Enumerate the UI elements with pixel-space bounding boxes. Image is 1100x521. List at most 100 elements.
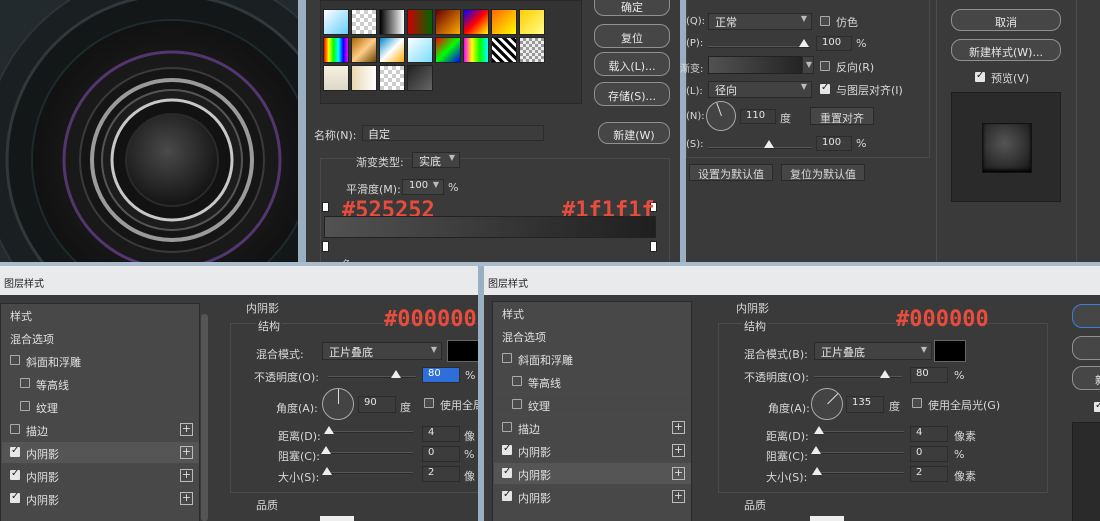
distance-input[interactable]: 4	[910, 426, 948, 442]
sidebar-item-styles[interactable]: 样式	[494, 302, 691, 324]
sidebar-checkbox[interactable]	[502, 353, 512, 363]
new-button[interactable]: 新建(W)	[598, 122, 670, 144]
cancel-button-cut[interactable]	[1072, 336, 1100, 360]
preset-swatch[interactable]	[491, 9, 517, 35]
style-select[interactable]: 径向 ▼	[708, 81, 812, 98]
load-button[interactable]: 载入(L)...	[594, 52, 670, 76]
opacity-input[interactable]: 80	[910, 367, 948, 383]
ok-button[interactable]: 确定	[594, 0, 670, 16]
shadow-color-swatch[interactable]	[934, 340, 966, 362]
preset-swatch[interactable]	[519, 9, 545, 35]
opacity-stop-left[interactable]	[322, 202, 329, 212]
sidebar-checkbox[interactable]	[20, 378, 30, 388]
sidebar-checkbox[interactable]	[502, 489, 512, 501]
sidebar-item-bevel-emboss[interactable]: 斜面和浮雕	[494, 348, 691, 370]
sidebar-item-inner-shadow[interactable]: 内阴影 +	[494, 463, 691, 485]
choke-slider-thumb[interactable]	[811, 446, 821, 454]
smoothness-select[interactable]: 100 ▼	[402, 179, 444, 195]
preview-checkbox-cut[interactable]	[1094, 400, 1100, 412]
sidebar-item-texture[interactable]: 纹理	[2, 396, 199, 418]
gradient-picker-dropdown[interactable]: ▼	[802, 56, 814, 74]
ok-button-cut[interactable]	[1072, 304, 1100, 328]
sidebar-item-blending-options[interactable]: 混合选项	[494, 325, 691, 347]
angle-dial[interactable]	[322, 388, 354, 420]
add-icon[interactable]: +	[672, 421, 685, 434]
sidebar-checkbox[interactable]	[10, 424, 20, 434]
sidebar-item-contour[interactable]: 等高线	[494, 371, 691, 393]
preset-swatch[interactable]	[379, 65, 405, 91]
gradient-type-select[interactable]: 实底 ▼	[412, 152, 460, 168]
size-slider-thumb[interactable]	[812, 467, 822, 475]
sidebar-checkbox[interactable]	[502, 422, 512, 432]
blend-mode-select[interactable]: 正片叠底 ▼	[322, 342, 442, 360]
angle-input[interactable]: 110	[740, 109, 776, 124]
size-slider[interactable]	[325, 472, 413, 474]
preset-swatch[interactable]	[379, 9, 405, 35]
preset-swatch[interactable]	[351, 37, 377, 63]
sidebar-checkbox[interactable]	[20, 401, 30, 411]
preset-swatch[interactable]	[323, 9, 349, 35]
add-icon[interactable]: +	[180, 492, 193, 505]
preset-swatch[interactable]	[323, 65, 349, 91]
size-slider-thumb[interactable]	[322, 467, 332, 475]
angle-dial[interactable]	[811, 388, 843, 420]
sidebar-item-blending-options[interactable]: 混合选项	[2, 327, 199, 349]
align-layer-checkbox[interactable]	[820, 82, 830, 94]
sidebar-checkbox[interactable]	[502, 443, 512, 455]
sidebar-item-texture[interactable]: 纹理	[494, 394, 691, 416]
gradient-picker[interactable]	[708, 56, 812, 74]
preset-swatch[interactable]	[435, 9, 461, 35]
choke-input[interactable]: 0	[910, 446, 948, 462]
preset-swatch[interactable]	[463, 37, 489, 63]
sidebar-item-bevel-emboss[interactable]: 斜面和浮雕	[2, 350, 199, 372]
reset-align-button[interactable]: 重置对齐	[810, 107, 874, 125]
choke-slider[interactable]	[325, 452, 413, 454]
distance-slider-thumb[interactable]	[324, 426, 334, 434]
sidebar-checkbox[interactable]	[512, 399, 522, 409]
choke-slider[interactable]	[816, 452, 904, 454]
gradient-preview-bar[interactable]	[324, 216, 656, 238]
blend-mode-select[interactable]: 正常 ▼	[708, 13, 812, 30]
size-input[interactable]: 2	[910, 466, 948, 482]
sidebar-item-inner-shadow[interactable]: 内阴影 +	[494, 440, 691, 462]
reset-default-button[interactable]: 复位为默认值	[781, 164, 865, 181]
opacity-slider[interactable]	[708, 46, 810, 48]
opacity-input[interactable]: 100	[816, 36, 852, 51]
preset-swatch[interactable]	[351, 65, 377, 91]
size-slider[interactable]	[816, 472, 904, 474]
opacity-input[interactable]: 80	[422, 367, 460, 383]
scale-slider-thumb[interactable]	[764, 140, 774, 148]
cancel-button[interactable]: 取消	[951, 9, 1061, 31]
scale-input[interactable]: 100	[816, 136, 852, 151]
preset-swatch[interactable]	[379, 37, 405, 63]
distance-slider-thumb[interactable]	[814, 426, 824, 434]
shadow-color-swatch[interactable]	[447, 340, 478, 362]
sidebar-checkbox[interactable]	[10, 468, 20, 480]
size-input[interactable]: 2	[422, 466, 460, 482]
color-stop-left[interactable]	[322, 241, 329, 252]
preset-swatch[interactable]	[407, 9, 433, 35]
sidebar-item-stroke[interactable]: 描边 +	[494, 417, 691, 439]
name-input[interactable]: 自定	[362, 125, 544, 141]
color-stop-right[interactable]	[650, 241, 657, 252]
dither-checkbox[interactable]	[820, 16, 830, 26]
preview-checkbox[interactable]	[975, 70, 985, 82]
preset-swatch[interactable]	[463, 9, 489, 35]
distance-slider[interactable]	[816, 431, 904, 433]
opacity-slider-thumb[interactable]	[880, 370, 890, 378]
preset-swatch[interactable]	[435, 37, 461, 63]
new-style-button[interactable]: 新建样式(W)...	[951, 39, 1061, 61]
preset-swatch[interactable]	[407, 65, 433, 91]
reverse-checkbox[interactable]	[820, 61, 830, 71]
add-icon[interactable]: +	[672, 467, 685, 480]
save-button[interactable]: 存储(S)...	[594, 82, 670, 106]
sidebar-checkbox[interactable]	[10, 445, 20, 457]
sidebar-checkbox[interactable]	[10, 491, 20, 503]
sidebar-checkbox[interactable]	[10, 355, 20, 365]
angle-dial[interactable]	[706, 101, 736, 131]
preset-swatch[interactable]	[491, 37, 517, 63]
distance-slider[interactable]	[325, 431, 413, 433]
opacity-slider-thumb[interactable]	[799, 39, 809, 47]
reset-button[interactable]: 复位	[594, 24, 670, 48]
add-icon[interactable]: +	[672, 490, 685, 503]
